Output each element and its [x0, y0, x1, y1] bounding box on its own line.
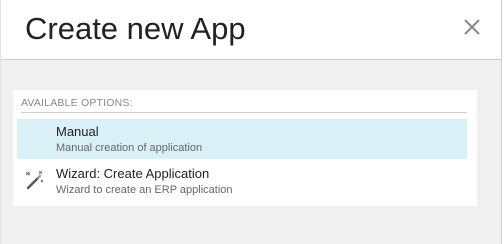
dialog-header: Create new App	[1, 0, 501, 60]
available-options-panel: AVAILABLE OPTIONS: Manual Manual creatio…	[13, 90, 477, 206]
option-wizard-create-application[interactable]: Wizard: Create Application Wizard to cre…	[17, 161, 467, 201]
dialog-title: Create new App	[25, 11, 246, 46]
available-options-heading: AVAILABLE OPTIONS:	[21, 97, 133, 109]
close-icon-glyph	[464, 19, 480, 35]
heading-divider	[21, 112, 467, 113]
magic-wand-icon	[23, 169, 45, 191]
option-title: Manual	[56, 124, 99, 139]
option-description: Manual creation of application	[56, 142, 203, 154]
option-description: Wizard to create an ERP application	[56, 184, 233, 196]
create-app-dialog: Create new App AVAILABLE OPTIONS: Manual…	[0, 0, 502, 244]
option-title: Wizard: Create Application	[56, 166, 210, 181]
close-icon[interactable]	[461, 16, 483, 38]
option-manual[interactable]: Manual Manual creation of application	[17, 119, 467, 159]
